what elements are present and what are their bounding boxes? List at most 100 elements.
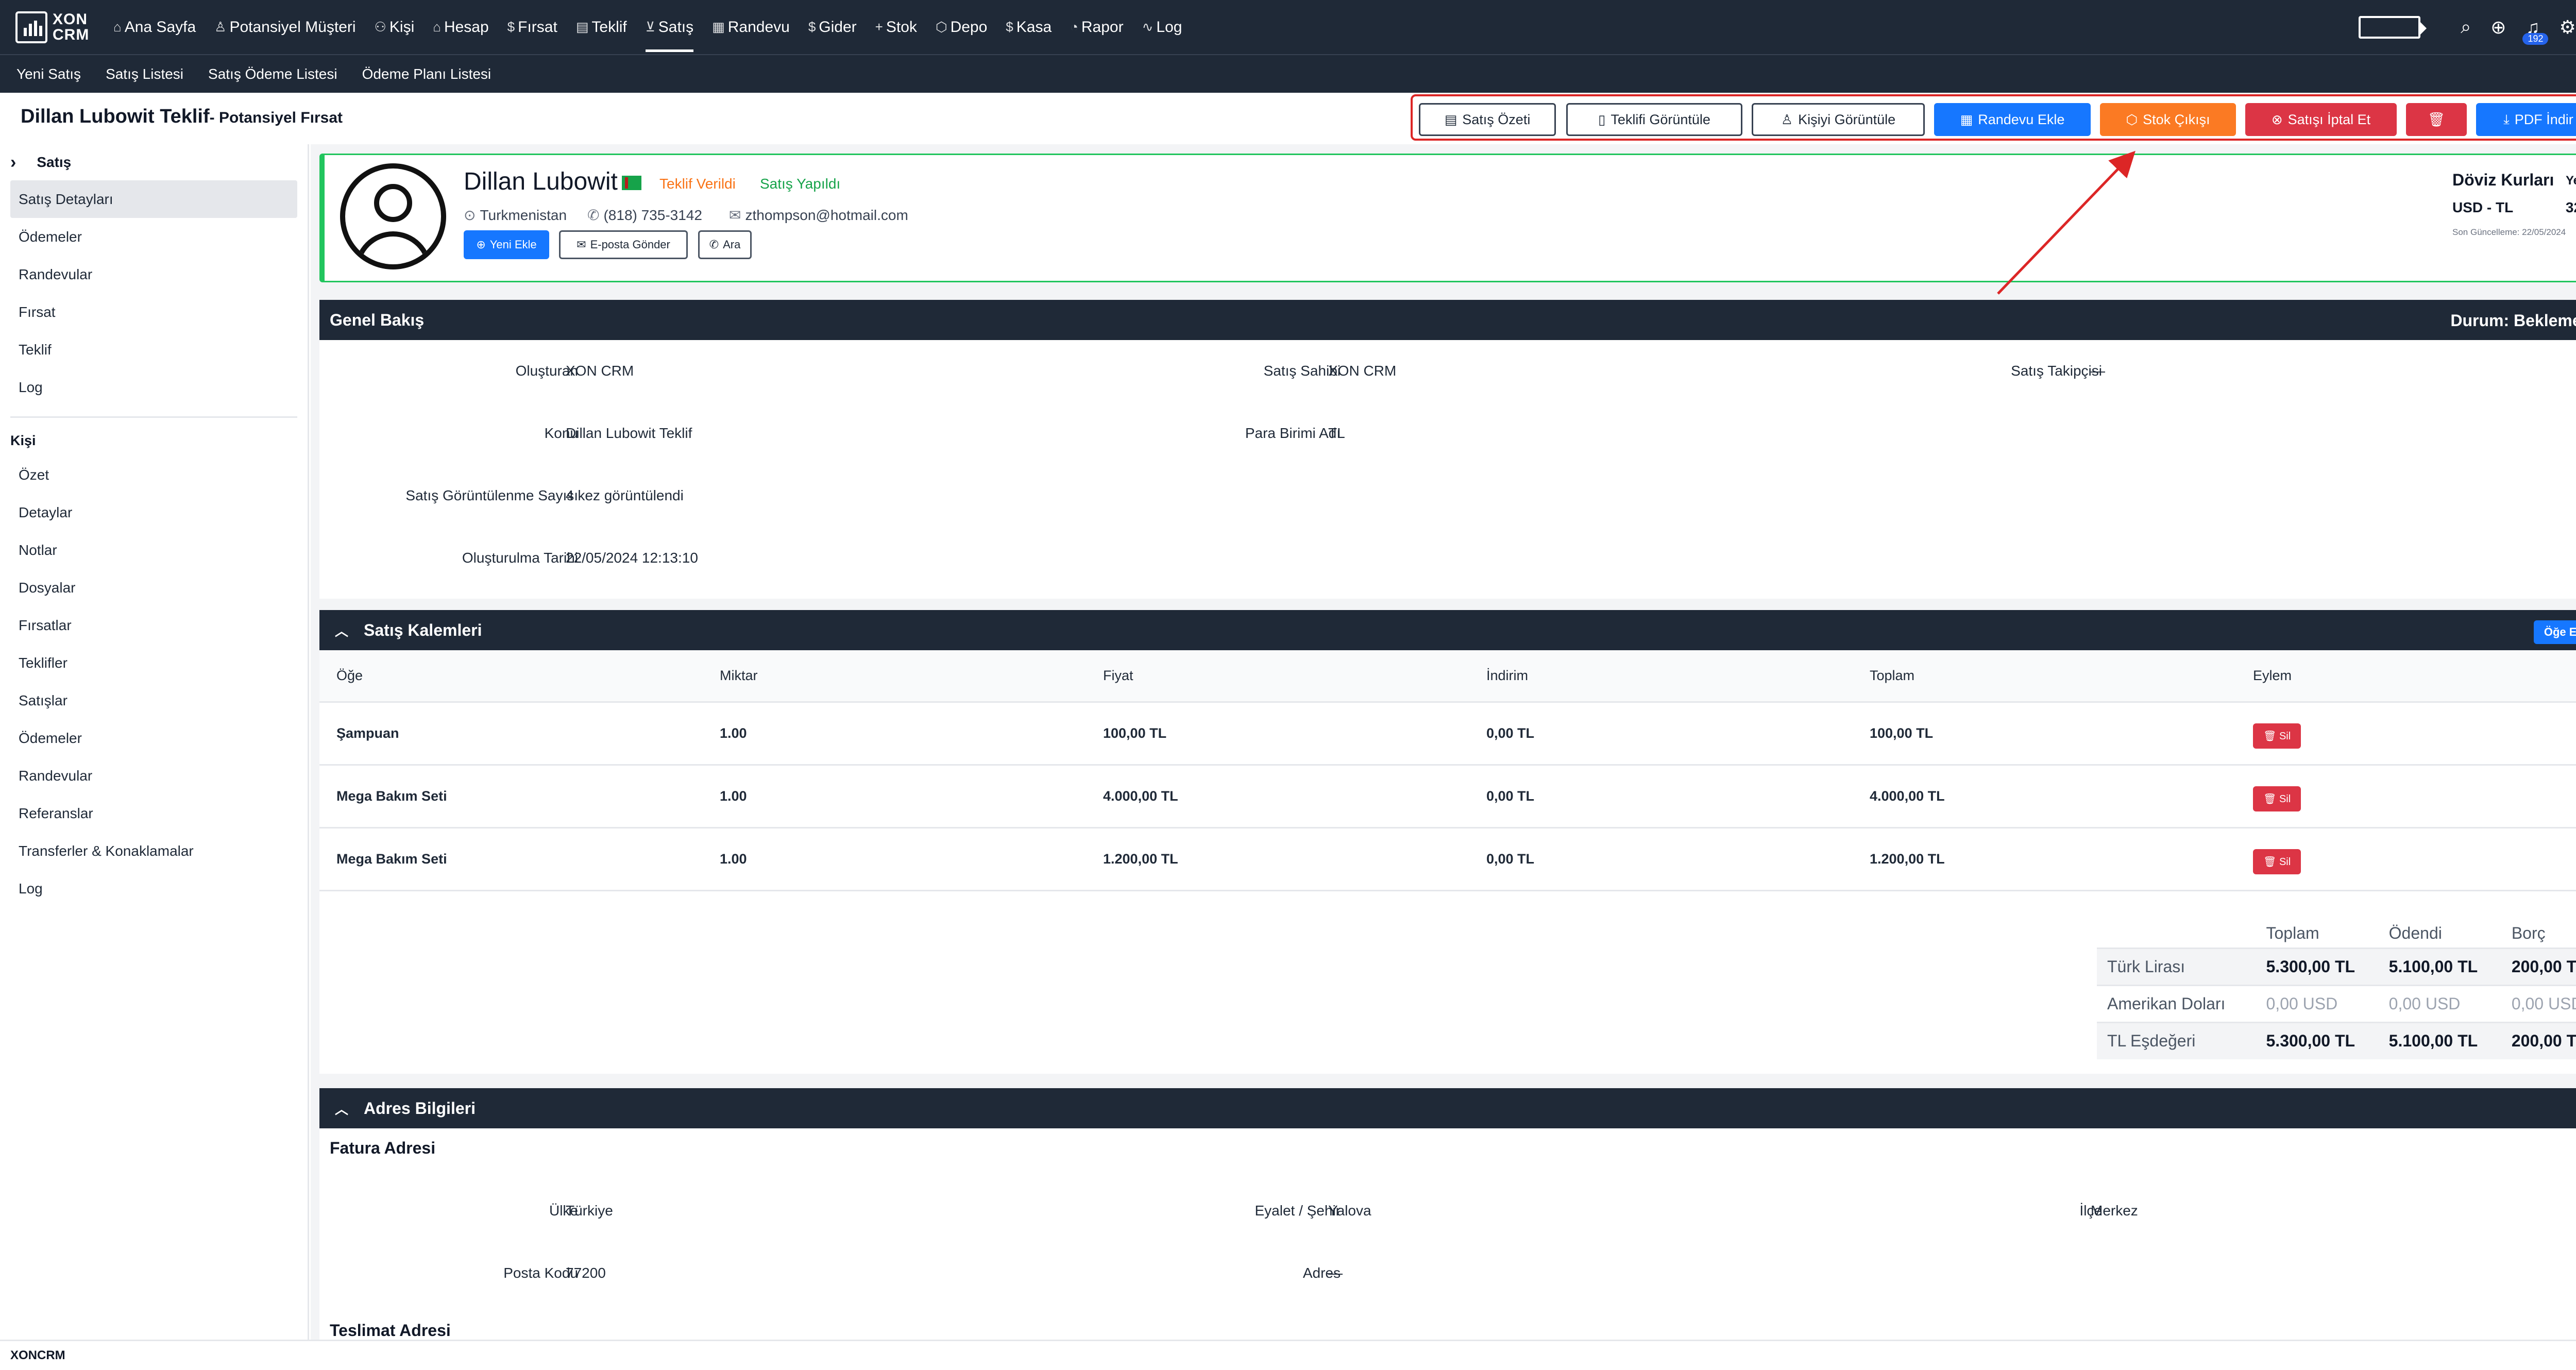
delete-item-button[interactable]: 🗑 Sil <box>2253 723 2301 749</box>
nav-item-10[interactable]: ⬡ Depo <box>936 0 987 54</box>
contact-phone[interactable]: ✆ (818) 735-3142 <box>587 207 702 224</box>
cell-discount: 0,00 TL <box>1469 702 1853 766</box>
sales-items-header[interactable]: ︿ Satış Kalemleri Öğe Ekle <box>319 610 2576 650</box>
sidebar-item[interactable]: Dosyalar <box>0 569 308 606</box>
sidebar-item[interactable]: Randevular <box>0 757 308 794</box>
contact-email[interactable]: ✉ zthompson@hotmail.com <box>729 207 908 224</box>
sidebar-item[interactable]: Notlar <box>0 531 308 569</box>
nav-item-9[interactable]: + Stok <box>875 0 917 54</box>
document-icon: ▤ <box>1444 111 1458 127</box>
sales-items-table: Öğe Miktar Fiyat İndirim Toplam Eylem Şampuan… <box>319 650 2576 891</box>
nav-item-13[interactable]: ∿ Log <box>1142 0 1182 54</box>
column-header: İndirim <box>1469 650 1853 703</box>
nav-item-2[interactable]: ⚇ Kişi <box>375 0 415 54</box>
delete-button[interactable]: 🗑 <box>2406 103 2467 136</box>
app-logo[interactable]: XON CRM <box>15 11 93 43</box>
totals-cell-debt: 200,00 TL <box>2501 1021 2576 1059</box>
add-appointment-button[interactable]: ▦ Randevu Ekle <box>1934 103 2091 136</box>
address-header[interactable]: ︿ Adres Bilgileri <box>319 1088 2576 1128</box>
sidebar-item[interactable]: Randevular <box>0 256 308 293</box>
cell-qty: 1.00 <box>703 765 1086 828</box>
dollar-icon: $ <box>1006 19 1013 35</box>
call-button[interactable]: ✆ Ara <box>698 230 752 259</box>
sales-summary-button[interactable]: ▤ Satış Özeti <box>1419 103 1556 136</box>
nav-item-12[interactable]: ◔ Rapor <box>1070 0 1123 54</box>
cell-name: Şampuan <box>319 702 703 766</box>
totals-row: Türk Lirası 5.300,00 TL 5.100,00 TL 200,00 … <box>2097 947 2576 985</box>
search-icon[interactable]: ⌕ <box>2461 16 2471 38</box>
gear-icon[interactable]: ⚙ <box>2559 16 2575 38</box>
view-person-button[interactable]: ♙ Kişiyi Görüntüle <box>1752 103 1925 136</box>
delete-item-button[interactable]: 🗑 Sil <box>2253 786 2301 811</box>
sidebar-item[interactable]: Fırsatlar <box>0 606 308 644</box>
nav-item-0[interactable]: ⌂ Ana Sayfa <box>113 0 196 54</box>
sidebar-item[interactable]: Ödemeler <box>0 218 308 256</box>
sidebar-item[interactable]: Log <box>0 870 308 907</box>
subnav-item-3[interactable]: Ödeme Planı Listesi <box>362 66 492 82</box>
cancel-sale-button[interactable]: ⊗ Satışı İptal Et <box>2245 103 2397 136</box>
subnav-item-1[interactable]: Satış Listesi <box>106 66 183 82</box>
sidebar-item[interactable]: Teklif <box>0 331 308 368</box>
sidebar-item[interactable]: Detaylar <box>0 494 308 531</box>
nav-item-5[interactable]: ▤ Teklif <box>576 0 627 54</box>
district-value: Merkez <box>2091 1203 2138 1219</box>
main-menu: ⌂ Ana Sayfa ♙ Potansiyel Müşteri ⚇ Kişi ⌂ Hesap… <box>113 0 1200 54</box>
nav-item-7[interactable]: ▦ Randevu <box>712 0 790 54</box>
sidebar-item[interactable]: Satış Detayları <box>10 180 297 218</box>
nav-item-4[interactable]: $ Fırsat <box>507 0 557 54</box>
nav-item-8[interactable]: $ Gider <box>808 0 857 54</box>
trash-icon: 🗑 <box>2263 793 2279 805</box>
sidebar-item[interactable]: Referanslar <box>0 794 308 832</box>
pdf-download-button[interactable]: ⤓ PDF İndir <box>2476 103 2576 136</box>
totals-column-header: Ödendi <box>2388 923 2442 942</box>
table-row: Şampuan 1.00 100,00 TL 0,00 TL 100,00 TL 🗑 Si… <box>319 702 2576 766</box>
table-row: Mega Bakım Seti 1.00 1.200,00 TL 0,00 TL 1.2… <box>319 827 2576 891</box>
column-header: Eylem <box>2236 650 2576 703</box>
sidebar-divider <box>10 416 297 418</box>
sidebar-item[interactable]: Teklifler <box>0 644 308 682</box>
logo-chart-icon <box>15 11 47 43</box>
overview-header: Genel Bakış Durum: Beklemede <box>319 300 2576 340</box>
exchange-refresh-link[interactable]: Yenile <box>2566 174 2576 188</box>
view-offer-button[interactable]: ▯ Teklifi Görüntüle <box>1566 103 1742 136</box>
currency-value: TL <box>1328 425 1345 441</box>
sidebar-item[interactable]: Ödemeler <box>0 719 308 757</box>
sidebar-item[interactable]: Transferler & Konaklamalar <box>0 832 308 870</box>
created-by-value: XON CRM <box>566 363 634 379</box>
postal-value: 77200 <box>566 1265 606 1281</box>
nav-item-11[interactable]: $ Kasa <box>1006 0 1052 54</box>
delete-item-button[interactable]: 🗑 Sil <box>2253 849 2301 874</box>
bell-icon[interactable]: ♫ 192 <box>2522 16 2549 45</box>
add-item-button[interactable]: Öğe Ekle <box>2533 620 2576 644</box>
add-new-button[interactable]: ⊕ Yeni Ekle <box>464 230 549 259</box>
exchange-rates-title: Döviz Kurları <box>2452 171 2554 189</box>
action-toolbar: ▤ Satış Özeti ▯ Teklifi Görüntüle ♙ Kişiyi … <box>1411 94 2576 141</box>
sidebar-item[interactable]: Özet <box>0 456 308 494</box>
contact-name: Dillan Lubowit <box>464 167 641 196</box>
subnav-item-0[interactable]: Yeni Satış <box>16 66 81 82</box>
sidebar-section-sales[interactable]: › Satış <box>0 144 308 180</box>
contact-profile-card: Dillan Lubowit Teklif Verildi Satış Yapı… <box>319 154 2576 282</box>
nav-item-1[interactable]: ♙ Potansiyel Müşteri <box>214 0 355 54</box>
sidebar-item[interactable]: Log <box>0 368 308 406</box>
nav-item-3[interactable]: ⌂ Hesap <box>433 0 488 54</box>
totals-cell-paid: 5.100,00 TL <box>2378 947 2501 985</box>
follower-value: — <box>2091 363 2105 379</box>
totals-cell-paid: 0,00 USD <box>2378 984 2501 1022</box>
sidebar-item[interactable]: Satışlar <box>0 682 308 719</box>
created-at-value: 22/05/2024 12:13:10 <box>566 550 698 566</box>
stock-out-button[interactable]: ⬡ Stok Çıkışı <box>2100 103 2236 136</box>
add-circle-icon[interactable]: ⊕ <box>2490 16 2506 38</box>
nav-item-6[interactable]: ⊻ Satış <box>645 0 694 54</box>
address-value: — <box>1328 1265 1343 1281</box>
trash-icon: 🗑 <box>2263 730 2279 742</box>
cell-qty: 1.00 <box>703 827 1086 891</box>
subnav-item-2[interactable]: Satış Ödeme Listesi <box>208 66 337 82</box>
sidebar-item[interactable]: Fırsat <box>0 293 308 331</box>
status-tag-sale: Satış Yapıldı <box>760 176 841 192</box>
page-title: Dillan Lubowit Teklif- Potansiyel Fırsat <box>21 106 343 128</box>
bank-icon: ⌂ <box>433 19 441 35</box>
send-email-button[interactable]: ✉ E-posta Gönder <box>559 230 688 259</box>
plus-circle-icon: ⊕ <box>476 238 486 251</box>
column-header: Öğe <box>319 650 703 703</box>
